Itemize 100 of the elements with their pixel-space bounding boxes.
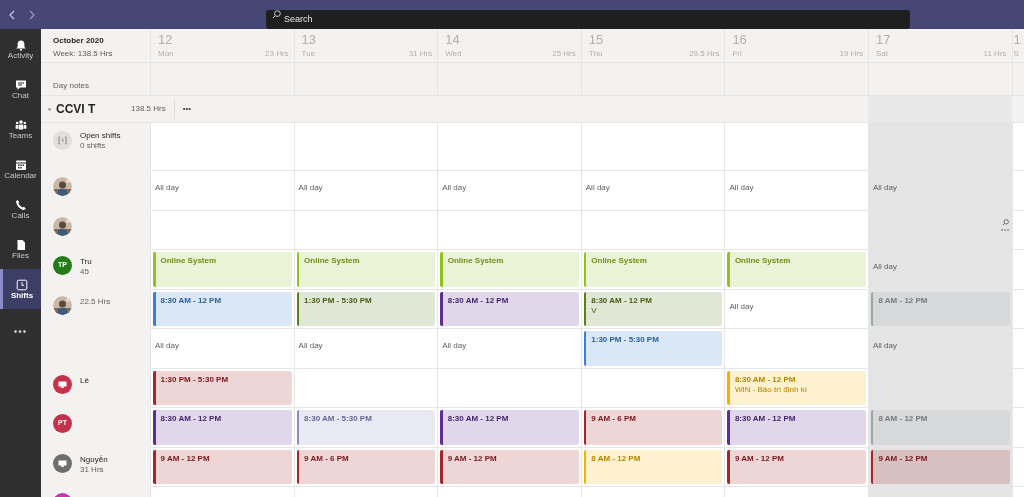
shift-title: 9 AM - 12 PM [160,453,210,464]
all-day-label: All day [871,262,897,271]
all-day-label: All day [297,183,323,192]
shift-title: 1:30 PM - 5:30 PM [304,295,372,306]
calendar-cell[interactable] [724,123,868,171]
calendar-cell[interactable]: All day [724,289,868,329]
monitor-icon [58,459,67,467]
person-hours: 31 Hrs [80,464,105,475]
calendar-cell[interactable] [293,210,438,250]
calendar-cell[interactable]: All day [867,171,1012,211]
calendar-cell[interactable]: All day [867,329,1012,369]
calendar-cell[interactable] [150,210,294,250]
calendar-cell[interactable]: All day [724,171,868,211]
calendar-cell[interactable]: All day [437,171,581,211]
calendar-cell[interactable] [724,329,868,369]
calendar-cell[interactable] [293,368,438,408]
app-bar-item[interactable]: Chat [0,69,41,109]
calendar-cell[interactable] [724,210,868,250]
weekday-label: Mon [158,48,174,60]
search-icon [1001,218,1009,226]
day-number: 1 [1013,33,1021,46]
person-name: Tru [80,257,92,267]
day-number: 13 [301,33,318,46]
day-hours: 29.5 Hrs [689,48,720,60]
shift-title: Online System [160,256,217,266]
bell-icon [14,38,27,51]
shift-title: 8:30 AM - 12 PM [447,414,509,424]
calendar-cell[interactable]: All day [293,171,438,211]
all-day-label: All day [441,341,467,350]
shift-title: 9 AM - 6 PM [304,453,349,464]
calendar-cell[interactable] [437,368,581,408]
shift-title: Online System [734,256,791,266]
calendar-cell[interactable] [580,368,725,408]
weekday-label: Wed [445,48,462,60]
more-button[interactable]: ••• [182,103,192,115]
calendar-cell[interactable] [867,368,1012,408]
calendar-cell[interactable] [580,123,725,171]
forward-icon[interactable] [29,9,35,20]
shift-title: 1:30 PM - 5:30 PM [591,335,659,345]
calendar-cell[interactable]: All day [293,329,438,369]
app-bar-item[interactable]: Teams [0,109,41,149]
all-day-label: All day [154,341,179,350]
shift-title: 9 AM - 6 PM [591,414,636,424]
search-field[interactable]: Search [266,9,910,29]
shift-title: Online System [591,256,647,266]
shift-title: Online System [304,256,360,266]
calendar-cell[interactable] [437,123,581,171]
month-label: October 2020 [53,37,105,45]
calendar-cell[interactable]: All day [580,171,725,211]
shift-title: 9 AM - 12 PM [447,453,497,464]
group-name: CCVI T [56,101,97,118]
person-hours: 45 [80,267,90,277]
calendar-cell[interactable]: All day [867,250,1012,290]
shift-title: 8:30 AM - 12 PM [734,374,797,385]
day-number: 17 [875,33,892,46]
calendar-cell[interactable] [437,210,581,250]
shift-note: V [591,305,598,316]
calendar-icon [14,158,27,171]
person-hours: 22.5 Hrs [80,296,111,307]
calendar-cell[interactable] [293,123,438,171]
shift-title: Online System [447,256,504,266]
shift-note: WIN - Bảo trì định kì [734,384,807,395]
all-day-label: All day [871,341,897,350]
calendar-cell[interactable] [150,123,294,171]
calendar-cell[interactable] [580,210,725,250]
search-icon [272,10,281,19]
group-hours: 138.5 Hrs [131,99,175,119]
phone-icon [14,198,27,211]
shift-title: 8:30 AM - 12 PM [591,295,652,306]
app-bar-item[interactable]: Activity [0,29,41,69]
all-day-label: All day [297,341,323,350]
app-bar-item[interactable]: Calendar [0,149,41,189]
open-shifts-title: Open shifts [80,131,121,141]
day-number: 14 [445,33,461,46]
open-shifts-count: 0 shifts [80,141,107,151]
app-bar-item[interactable]: Calls [0,189,41,229]
shift-title: 8:30 AM - 12 PM [734,414,796,424]
calendar-cell[interactable]: All day [437,329,581,369]
monitor-icon [58,380,67,388]
day-number: 12 [158,33,174,46]
shift-title: 8:30 AM - 12 PM [160,295,222,306]
app-bar-item[interactable]: ••• [0,311,41,351]
app-bar-item[interactable]: Shifts [0,269,41,309]
shift-title: 8:30 AM - 5:30 PM [304,414,372,424]
week-hours: Week: 138.5 Hrs [53,50,114,58]
calendar-cell[interactable] [867,123,1012,171]
day-number: 16 [732,33,748,46]
app-bar-item[interactable]: Files [0,229,41,269]
shift-title: 8:30 AM - 12 PM [447,295,509,306]
all-day-label: All day [441,183,467,192]
calendar-cell[interactable]: All day [150,171,294,211]
shift-title: 1:30 PM - 5:30 PM [160,374,229,385]
all-day-label: All day [584,183,610,192]
person-name: Lê [80,375,89,386]
back-icon[interactable] [9,9,15,20]
shift-title: 9 AM - 12 PM [878,453,928,464]
more-icon [1000,228,1009,231]
calendar-cell[interactable]: All day [150,329,294,369]
open-shift-icon [58,136,67,145]
weekday-label: Sat [875,48,888,60]
